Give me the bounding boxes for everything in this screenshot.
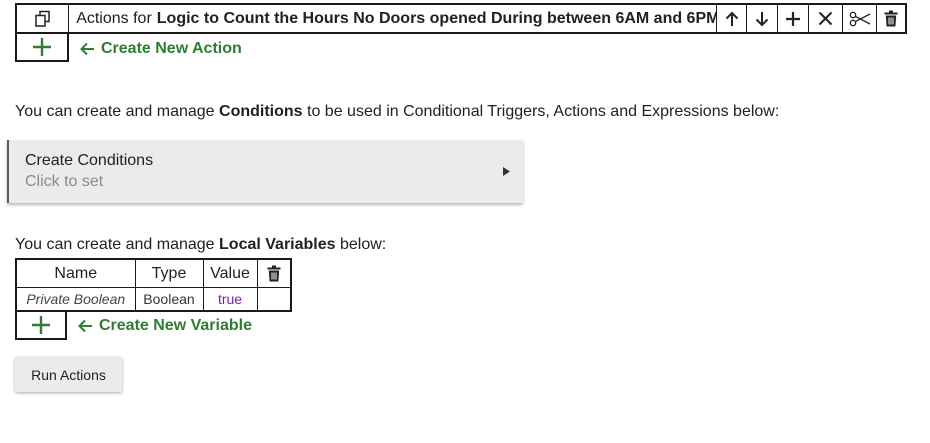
create-new-variable-link[interactable]: Create New Variable (78, 316, 252, 336)
move-down-button[interactable] (747, 5, 778, 32)
trash-icon (267, 265, 281, 282)
create-new-action-link[interactable]: Create New Action (80, 39, 242, 59)
column-header-value: Value (202, 258, 258, 288)
column-header-name: Name (15, 258, 136, 288)
column-header-type: Type (134, 258, 204, 288)
plus-icon (32, 316, 50, 334)
variable-name-cell[interactable]: Private Boolean (15, 287, 136, 312)
create-conditions-subtitle: Click to set (25, 173, 104, 190)
actions-header: Actions for Logic to Count the Hours No … (15, 3, 907, 34)
conditions-intro-bold: Conditions (219, 103, 303, 120)
remove-button[interactable] (809, 5, 843, 32)
variable-value-cell[interactable]: true (202, 287, 258, 312)
actions-title-prefix: Actions for (76, 9, 152, 27)
plus-icon (785, 11, 800, 26)
run-actions-button[interactable]: Run Actions (15, 357, 122, 392)
cut-button[interactable] (843, 5, 878, 32)
arrow-left-icon (78, 319, 92, 333)
arrow-down-icon (756, 11, 769, 26)
trash-icon (884, 10, 898, 27)
create-new-action-label: Create New Action (101, 40, 242, 57)
caret-right-icon (503, 167, 510, 176)
move-up-button[interactable] (717, 5, 748, 32)
delete-variables-button[interactable] (256, 258, 292, 288)
actions-title: Actions for Logic to Count the Hours No … (69, 5, 717, 32)
create-conditions-card[interactable]: Create Conditions Click to set (7, 140, 523, 203)
variable-row-actions-cell (256, 287, 292, 312)
delete-button[interactable] (877, 5, 905, 32)
variables-table: Name Type Value Private Boolean Boolean … (15, 258, 292, 312)
conditions-intro-after: to be used in Conditional Triggers, Acti… (307, 103, 780, 120)
add-variable-plus-button[interactable] (15, 312, 67, 340)
plus-icon (33, 38, 51, 56)
arrow-left-icon (80, 42, 94, 56)
close-icon (818, 11, 832, 26)
variables-intro-after: below: (339, 236, 387, 253)
create-new-variable-label: Create New Variable (99, 317, 252, 334)
arrow-up-icon (725, 11, 738, 26)
variable-type-cell[interactable]: Boolean (134, 287, 204, 312)
conditions-intro: You can create and manage Conditions to … (15, 103, 779, 121)
add-action-plus-button[interactable] (15, 34, 69, 62)
variables-intro: You can create and manage Local Variable… (15, 236, 386, 254)
conditions-intro-before: You can create and manage (15, 103, 215, 120)
scissors-icon (849, 11, 871, 26)
copy-button[interactable] (17, 5, 70, 32)
create-conditions-title: Create Conditions (25, 152, 154, 169)
variables-header-row: Name Type Value (15, 258, 292, 288)
variables-intro-before: You can create and manage (15, 236, 215, 253)
copy-icon (34, 10, 50, 27)
table-row[interactable]: Private Boolean Boolean true (15, 287, 292, 312)
rule-name: Logic to Count the Hours No Doors opened… (156, 9, 717, 27)
variables-intro-bold: Local Variables (219, 236, 336, 253)
add-action-button[interactable] (778, 5, 809, 32)
